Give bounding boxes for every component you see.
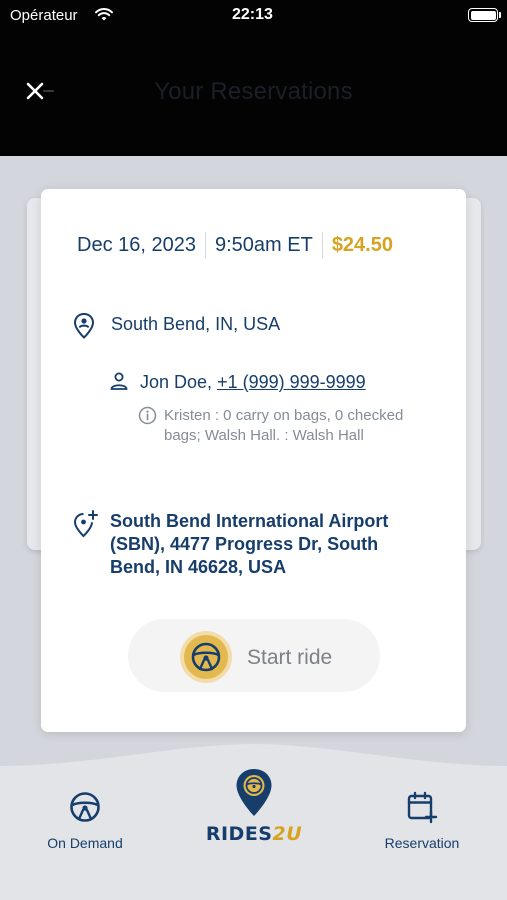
page-title: Your Reservations <box>154 78 353 105</box>
steering-wheel-icon <box>70 792 100 822</box>
start-ride-icon-ring <box>180 631 232 683</box>
divider <box>204 232 206 258</box>
reservation-card: Dec 16, 2023 9:50am ET $24.50 South Bend… <box>41 189 466 732</box>
pickup-address: South Bend, IN, USA <box>111 314 281 334</box>
dropoff-pin-icon <box>72 509 100 544</box>
passenger-name: Jon Doe, <box>140 372 213 392</box>
info-icon <box>138 406 157 430</box>
steering-wheel-icon <box>191 642 221 672</box>
nav-on-demand-label: On Demand <box>47 835 123 851</box>
reservation-date: Dec 16, 2023 <box>77 233 196 256</box>
reservation-time: 9:50am ET <box>214 233 313 256</box>
nav-reservation[interactable]: Reservation <box>376 790 468 851</box>
reservation-summary: Dec 16, 2023 9:50am ET $24.50 <box>77 232 393 258</box>
start-ride-label: Start ride <box>247 646 333 669</box>
passenger-phone-link[interactable]: +1 (999) 999-9999 <box>217 372 366 392</box>
rides2u-logo[interactable]: RIDES2U <box>205 768 303 848</box>
battery-tip <box>499 12 501 18</box>
logo-pin-icon <box>236 769 272 816</box>
ride-notes: Kristen : 0 carry on bags, 0 checked bag… <box>164 407 404 444</box>
passenger-info: Jon Doe, +1 (999) 999-9999 <box>140 372 366 393</box>
divider <box>321 232 323 258</box>
logo-text-accent: 2U <box>272 823 303 845</box>
logo-text: RIDES2U <box>205 823 303 845</box>
battery-icon <box>468 8 498 22</box>
nav-on-demand[interactable]: On Demand <box>40 790 130 851</box>
reservation-price: $24.50 <box>331 233 393 256</box>
wifi-icon <box>94 6 114 27</box>
nav-reservation-label: Reservation <box>384 835 460 851</box>
clock: 22:13 <box>232 6 273 23</box>
calendar-plus-icon <box>407 791 438 824</box>
carrier-label: Opérateur <box>10 7 78 24</box>
status-bar: Opérateur 22:13 <box>0 0 507 32</box>
dropoff-address: South Bend International Airport (SBN), … <box>110 511 389 577</box>
app-header: Opérateur 22:13 Your Reservations <box>0 0 507 156</box>
start-ride-button[interactable]: Start ride <box>128 619 380 692</box>
close-button[interactable] <box>22 78 56 108</box>
close-icon <box>26 82 54 100</box>
logo-text-main: RIDES <box>205 823 273 845</box>
pickup-pin-icon <box>72 312 96 345</box>
person-icon <box>109 371 129 396</box>
start-ride-icon-bg <box>184 635 228 679</box>
